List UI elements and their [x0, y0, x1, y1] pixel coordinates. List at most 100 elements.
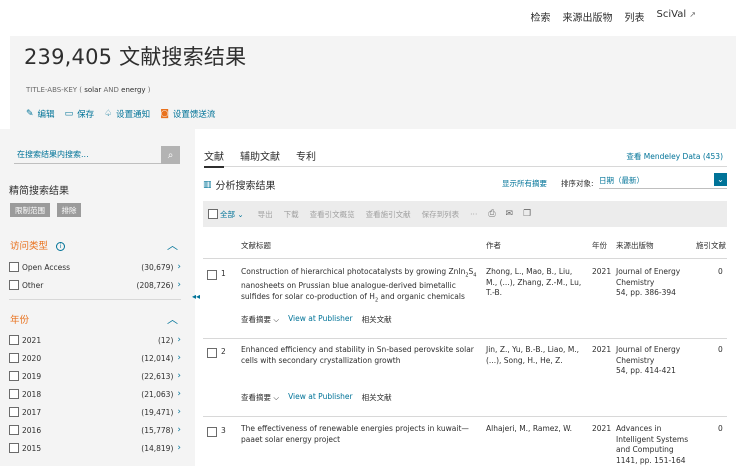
view-abstract-link[interactable]: 查看摘要 ⌵	[241, 392, 279, 403]
facet-checkbox[interactable]	[9, 443, 19, 453]
row-checkbox[interactable]	[207, 348, 217, 358]
search-icon: ⌕	[167, 149, 174, 161]
tab-documents[interactable]: 文献	[204, 148, 224, 168]
authors-link[interactable]: Alhajeri, M., Ramez, W.	[486, 424, 584, 435]
row-divider	[203, 416, 727, 417]
facet-checkbox[interactable]	[9, 407, 19, 417]
chevron-up-icon[interactable]: ︿	[167, 311, 178, 327]
nav-lists[interactable]: 列表	[625, 9, 645, 24]
cited-by-count[interactable]: 0	[718, 424, 723, 433]
chevron-right-icon[interactable]: ›	[177, 262, 181, 272]
cited-by-button[interactable]: 查看施引文献	[366, 209, 411, 220]
chevron-right-icon[interactable]: ›	[177, 443, 181, 453]
select-all-checkbox[interactable]	[208, 209, 218, 219]
analyze-label: 分析搜索结果	[215, 181, 276, 192]
col-cited-by[interactable]: 施引文献	[696, 240, 726, 251]
export-button[interactable]: 导出	[258, 209, 273, 220]
source-title: Advances in Intelligent Systems and Comp…	[616, 424, 689, 454]
facet-row: 2019 (22,613) ›	[9, 369, 181, 383]
show-all-abstracts-link[interactable]: 显示所有摘要	[502, 178, 547, 189]
email-icon[interactable]: ✉	[506, 209, 514, 219]
select-all-label: 全部	[220, 209, 235, 219]
year: 2021	[592, 267, 612, 276]
cited-by-count[interactable]: 0	[718, 267, 723, 276]
chevron-right-icon[interactable]: ›	[177, 371, 181, 381]
facet-year-header[interactable]: 年份 ︿	[10, 311, 178, 327]
document-title-link[interactable]: Enhanced efficiency and stability in Sn-…	[241, 345, 481, 366]
facet-label: 2019	[22, 371, 42, 381]
source-link[interactable]: Advances in Intelligent Systems and Comp…	[616, 424, 692, 466]
facet-count: (19,471)	[141, 407, 174, 417]
info-icon[interactable]: i	[56, 242, 66, 251]
analyze-results-link[interactable]: ▥ 分析搜索结果	[203, 177, 276, 193]
facet-checkbox[interactable]	[9, 371, 19, 381]
row-checkbox[interactable]	[207, 427, 217, 437]
authors-link[interactable]: Zhong, L., Mao, B., Liu, M., (...), Zhan…	[486, 267, 584, 299]
related-documents-link[interactable]: 相关文献	[362, 392, 392, 403]
results-toolbar: 全部 ⌄ 导出 下载 查看引文概览 查看施引文献 保存到列表 ··· ⎙ ✉ ❐	[203, 201, 727, 227]
edit-label: 编辑	[37, 110, 55, 120]
set-alert-button[interactable]: ♤ 设置通知	[104, 108, 150, 120]
chevron-right-icon[interactable]: ›	[177, 280, 181, 290]
print-icon[interactable]: ⎙	[488, 209, 495, 219]
view-abstract-link[interactable]: 查看摘要 ⌵	[241, 314, 279, 325]
chevron-right-icon[interactable]: ›	[177, 353, 181, 363]
facet-checkbox[interactable]	[9, 262, 19, 272]
col-year[interactable]: 年份	[592, 240, 607, 251]
row-number: 2	[221, 347, 226, 356]
nav-sources[interactable]: 来源出版物	[563, 9, 613, 24]
facet-checkbox[interactable]	[9, 280, 19, 290]
save-to-list-button[interactable]: 保存到列表	[422, 209, 460, 220]
nav-scival[interactable]: SciVal ↗	[657, 9, 697, 24]
facet-count: (30,679)	[141, 262, 174, 272]
search-within-button[interactable]: ⌕	[161, 146, 180, 164]
save-button[interactable]: ▭ 保存	[65, 108, 95, 120]
chevron-right-icon[interactable]: ›	[177, 425, 181, 435]
chevron-up-icon[interactable]: ︿	[167, 237, 178, 253]
facet-access-header[interactable]: 访问类型 i ︿	[10, 237, 178, 253]
sort-select[interactable]: 日期（最新） ⌄	[599, 173, 727, 189]
tab-secondary-documents[interactable]: 辅助文献	[240, 148, 280, 163]
authors-link[interactable]: Jin, Z., Yu, B.-B., Liao, M., (...), Son…	[486, 345, 584, 366]
more-options-icon[interactable]: ···	[470, 210, 477, 219]
chevron-right-icon[interactable]: ›	[177, 389, 181, 399]
source-link[interactable]: Journal of Energy Chemistry 54, pp. 414-4…	[616, 345, 692, 377]
facet-checkbox[interactable]	[9, 335, 19, 345]
chevron-down-icon: ⌄	[714, 173, 727, 186]
row-checkbox[interactable]	[207, 270, 217, 280]
source-link[interactable]: Journal of Energy Chemistry 54, pp. 386-3…	[616, 267, 692, 299]
document-title-link[interactable]: Construction of hierarchical photocataly…	[241, 267, 481, 306]
bibliography-icon[interactable]: ❐	[523, 209, 531, 219]
chevron-right-icon[interactable]: ›	[177, 407, 181, 417]
select-all-dropdown[interactable]: 全部 ⌄	[220, 209, 244, 220]
facet-checkbox[interactable]	[9, 389, 19, 399]
facet-label: 2017	[22, 407, 42, 417]
related-documents-link[interactable]: 相关文献	[362, 314, 392, 325]
search-within-input[interactable]	[14, 146, 161, 164]
mendeley-data-link[interactable]: 查看 Mendeley Data (453)	[626, 151, 723, 162]
exclude-button[interactable]: 排除	[57, 203, 81, 217]
view-at-publisher-link[interactable]: View at Publisher	[288, 314, 353, 325]
tab-patents[interactable]: 专利	[296, 148, 316, 163]
source-pages: 54, pp. 386-394	[616, 288, 676, 297]
chevron-right-icon[interactable]: ›	[177, 335, 181, 345]
col-authors[interactable]: 作者	[486, 240, 501, 251]
facet-checkbox[interactable]	[9, 353, 19, 363]
document-title-link[interactable]: The effectiveness of renewable energies …	[241, 424, 481, 445]
citation-overview-button[interactable]: 查看引文概览	[310, 209, 355, 220]
download-button[interactable]: 下载	[284, 209, 299, 220]
col-source[interactable]: 来源出版物	[616, 240, 654, 251]
edit-button[interactable]: ✎ 编辑	[26, 108, 55, 120]
bell-icon: ♤	[104, 109, 113, 119]
facet-checkbox[interactable]	[9, 425, 19, 435]
collapse-sidebar-icon[interactable]: ◂◂	[192, 292, 200, 301]
facet-count: (22,613)	[141, 371, 174, 381]
nav-search[interactable]: 检索	[531, 9, 551, 24]
facet-access-title: 访问类型	[10, 241, 49, 252]
limit-to-button[interactable]: 限制范围	[10, 203, 50, 217]
view-at-publisher-link[interactable]: View at Publisher	[288, 392, 353, 403]
top-nav: 检索 来源出版物 列表 SciVal ↗	[531, 9, 697, 24]
cited-by-count[interactable]: 0	[718, 345, 723, 354]
set-feed-button[interactable]: ◙ 设置馈送流	[160, 108, 215, 120]
col-title[interactable]: 文献标题	[241, 240, 271, 251]
